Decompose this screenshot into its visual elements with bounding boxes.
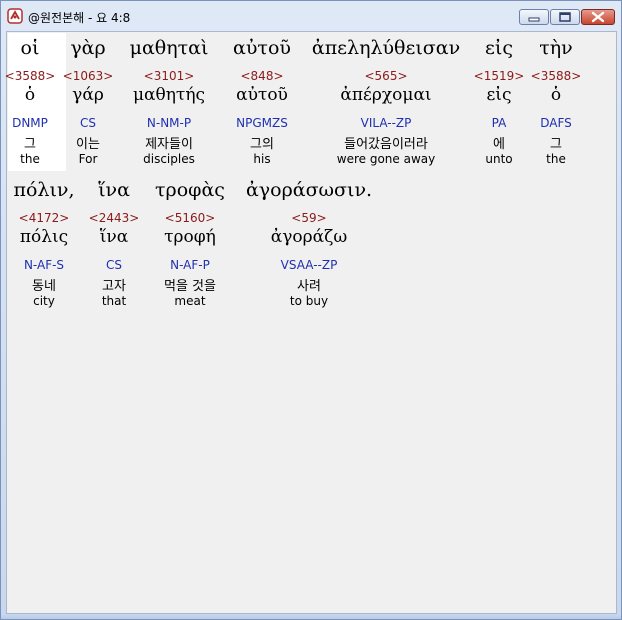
interlinear-view[interactable]: οἱ <3588> ὁ DNMP 그 the γὰρ <1063> γάρ CS…	[5, 31, 617, 614]
greek-word: εἰς	[485, 37, 513, 59]
greek-word: ἀγοράσωσιν.	[245, 179, 373, 201]
lemma: μαθητής	[132, 85, 206, 105]
strongs-number[interactable]: <848>	[240, 69, 283, 83]
english-gloss: were gone away	[336, 152, 436, 166]
parsing-code: DAFS	[540, 116, 572, 130]
title-bar[interactable]: @원전본해 - 요 4:8	[1, 1, 621, 31]
strongs-number[interactable]: <3101>	[144, 69, 195, 83]
english-gloss: to buy	[289, 294, 329, 308]
english-gloss: city	[33, 294, 55, 308]
app-logo-icon	[7, 8, 23, 24]
english-gloss: For	[78, 152, 98, 166]
strongs-number[interactable]: <59>	[291, 211, 326, 225]
close-icon	[591, 11, 605, 23]
minimize-button[interactable]	[519, 9, 549, 25]
greek-word: ἀπεληλύθεισαν	[311, 37, 461, 59]
lemma: πόλις	[19, 227, 69, 247]
lemma: ὁ	[24, 85, 36, 105]
greek-word: οἱ	[20, 37, 40, 59]
maximize-button[interactable]	[550, 9, 580, 25]
parsing-code: DNMP	[12, 116, 48, 130]
close-button[interactable]	[581, 9, 615, 25]
english-gloss: the	[546, 152, 566, 166]
greek-word: μαθηταὶ	[129, 37, 209, 59]
strongs-number[interactable]: <1063>	[63, 69, 114, 83]
korean-gloss: 동네	[32, 279, 56, 294]
lemma: τροφή	[164, 227, 216, 247]
strongs-number[interactable]: <5160>	[165, 211, 216, 225]
parsing-code: NPGMZS	[236, 116, 288, 130]
greek-word: πόλιν,	[13, 179, 75, 201]
korean-gloss: 에	[493, 137, 505, 152]
english-gloss: the	[20, 152, 40, 166]
greek-word: αὐτοῦ	[233, 37, 291, 59]
lemma: ἀγοράζω	[270, 227, 348, 247]
lemma: γάρ	[72, 85, 104, 105]
korean-gloss: 그	[550, 137, 562, 152]
lemma: αὐτοῦ	[236, 85, 288, 105]
maximize-icon	[559, 12, 571, 22]
lemma: ἵνα	[99, 227, 129, 247]
parsing-code: VILA--ZP	[360, 116, 412, 130]
korean-gloss: 그의	[250, 137, 274, 152]
english-gloss: unto	[485, 152, 513, 166]
korean-gloss: 제자들이	[145, 137, 193, 152]
korean-gloss: 들어갔음이러라	[344, 137, 428, 152]
english-gloss: meat	[174, 294, 206, 308]
lemma: εἰς	[486, 85, 512, 105]
english-gloss: his	[253, 152, 271, 166]
korean-gloss: 이는	[76, 137, 100, 152]
korean-gloss: 그	[24, 137, 36, 152]
greek-word: ἵνα	[98, 179, 130, 201]
parsing-code: N-AF-S	[23, 258, 65, 272]
window-title: @원전본해 - 요 4:8	[28, 11, 131, 25]
parsing-code: N-NM-P	[146, 116, 192, 130]
window-frame-bottom	[1, 614, 621, 619]
korean-gloss: 사려	[297, 279, 321, 294]
korean-gloss: 고자	[102, 279, 126, 294]
strongs-number[interactable]: <565>	[364, 69, 407, 83]
app-window: @원전본해 - 요 4:8 οἱ <3588> ὁ DNMP 그 the γὰρ…	[0, 0, 622, 620]
greek-word: τροφὰς	[155, 179, 225, 201]
greek-word: τὴν	[539, 37, 573, 59]
parsing-code: CS	[106, 258, 122, 272]
greek-word: γὰρ	[70, 37, 106, 59]
parsing-code: VSAA--ZP	[280, 258, 338, 272]
strongs-number[interactable]: <4172>	[19, 211, 70, 225]
parsing-code: PA	[491, 116, 507, 130]
strongs-number[interactable]: <1519>	[474, 69, 525, 83]
minimize-icon	[528, 17, 540, 22]
parsing-code: N-AF-P	[170, 258, 210, 272]
strongs-number[interactable]: <2443>	[89, 211, 140, 225]
parsing-code: CS	[80, 116, 96, 130]
korean-gloss: 먹을 것을	[164, 279, 216, 294]
strongs-number[interactable]: <3588>	[531, 69, 582, 83]
english-gloss: that	[101, 294, 127, 308]
strongs-number[interactable]: <3588>	[5, 69, 56, 83]
english-gloss: disciples	[143, 152, 195, 166]
lemma: ὁ	[550, 85, 562, 105]
lemma: ἀπέρχομαι	[340, 85, 432, 105]
